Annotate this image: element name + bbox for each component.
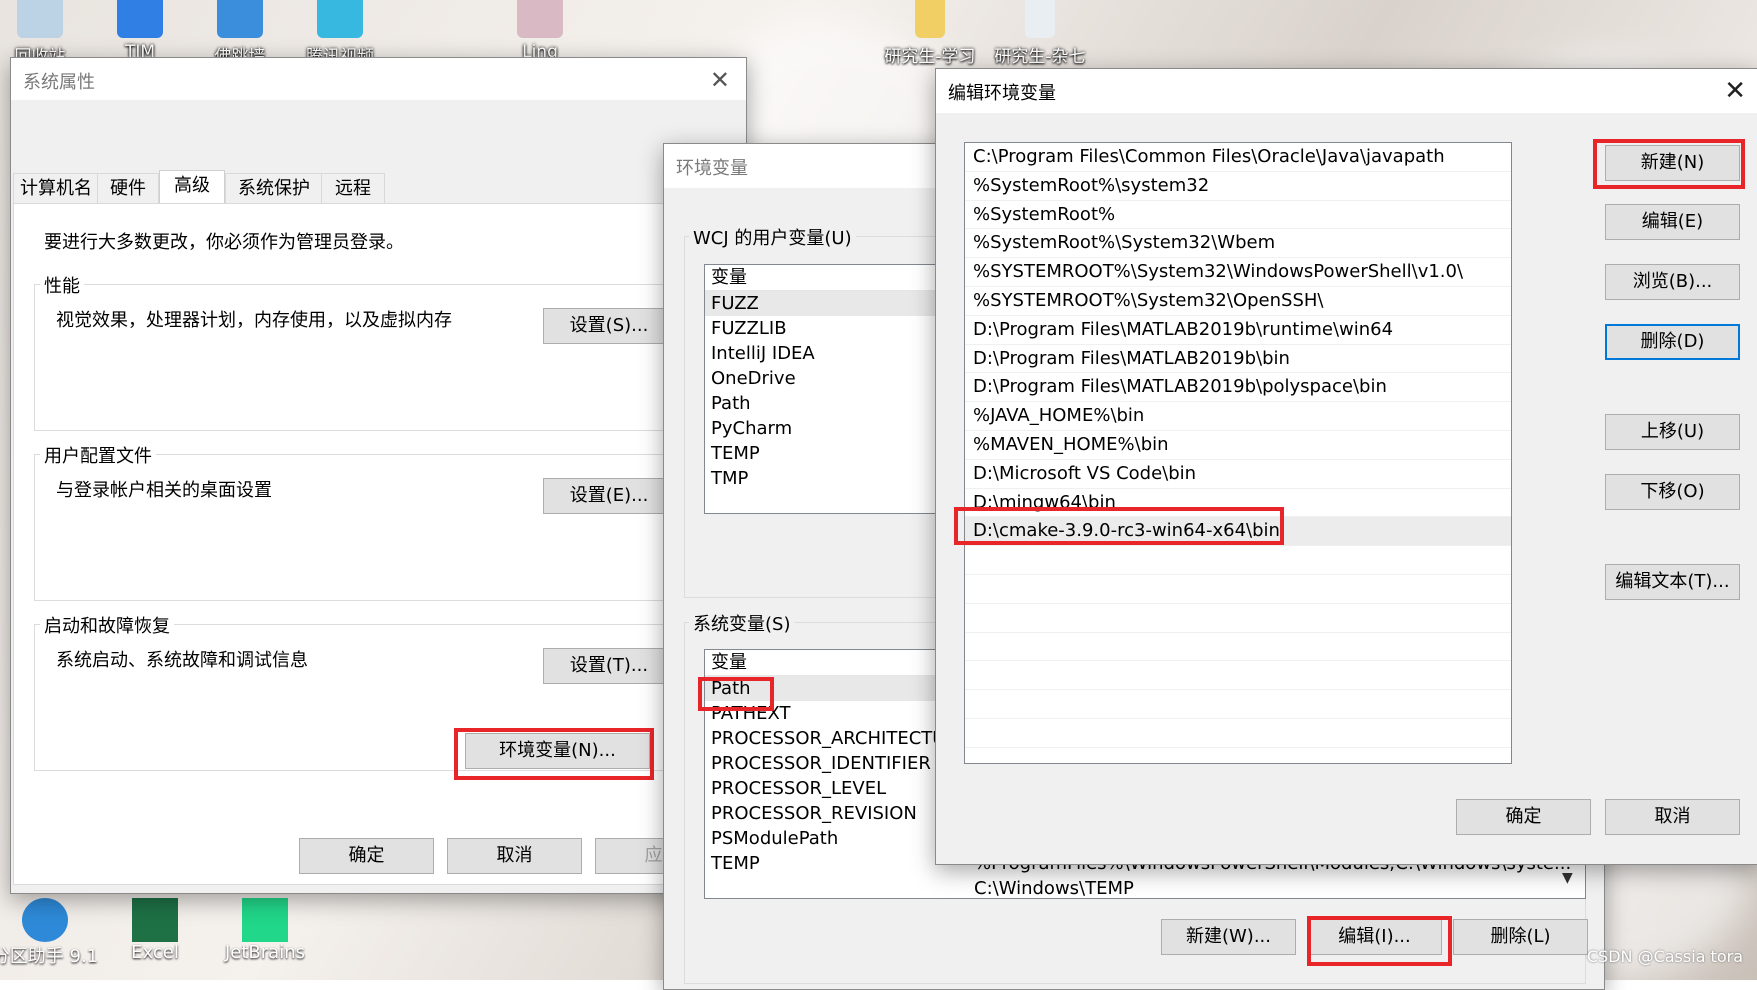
tab-advanced[interactable]: 高级 — [159, 170, 225, 204]
list-item[interactable]: %SYSTEMROOT%\System32\WindowsPowerShell\… — [965, 258, 1511, 287]
picture-icon — [517, 0, 563, 38]
temp-value: C:\Windows\TEMP — [974, 878, 1134, 899]
cancel-button[interactable]: 取消 — [1605, 799, 1740, 835]
tencent-video-icon — [317, 0, 363, 38]
tim-icon — [117, 0, 163, 38]
list-item[interactable]: %SystemRoot% — [965, 201, 1511, 230]
desktop-icon-excel[interactable]: Excel — [100, 898, 210, 963]
list-item[interactable]: %MAVEN_HOME%\bin — [965, 431, 1511, 460]
list-item[interactable]: D:\Program Files\MATLAB2019b\polyspace\b… — [965, 373, 1511, 403]
new-path-button[interactable]: 新建(N) — [1605, 145, 1740, 181]
user-profile-label: 用户配置文件 — [40, 442, 156, 468]
edit-environment-variable-window: 编辑环境变量 ✕ C:\Program Files\Common Files\O… — [935, 68, 1757, 865]
new-system-variable-button[interactable]: 新建(W)... — [1161, 919, 1296, 955]
user-variables-label: WCJ 的用户变量(U) — [689, 224, 856, 250]
close-icon[interactable]: ✕ — [710, 66, 730, 94]
performance-settings-button[interactable]: 设置(S)... — [543, 308, 675, 344]
environment-variables-button[interactable]: 环境变量(N)... — [465, 733, 650, 769]
browse-button[interactable]: 浏览(B)... — [1605, 264, 1740, 300]
list-item-empty[interactable] — [965, 633, 1511, 662]
startup-recovery-desc: 系统启动、系统故障和调试信息 — [56, 650, 308, 671]
desktop-icon-tim[interactable]: TIM — [90, 0, 190, 62]
list-item-empty[interactable] — [965, 719, 1511, 748]
partition-assistant-icon — [22, 898, 68, 942]
list-item-selected[interactable]: D:\cmake-3.9.0-rc3-win64-x64\bin — [965, 517, 1511, 547]
path-entries-list[interactable]: C:\Program Files\Common Files\Oracle\Jav… — [964, 142, 1512, 764]
recycle-bin-icon — [17, 0, 63, 38]
list-item[interactable]: %SystemRoot%\system32 — [965, 172, 1511, 201]
watermark: CSDN @Cassia tora — [1586, 947, 1743, 966]
startup-settings-button[interactable]: 设置(T)... — [543, 648, 675, 684]
folder-icon — [915, 0, 945, 38]
tab-hardware[interactable]: 硬件 — [97, 173, 159, 204]
list-item-empty[interactable] — [965, 690, 1511, 719]
list-item-empty[interactable] — [965, 604, 1511, 633]
cancel-button[interactable]: 取消 — [447, 838, 582, 874]
desktop-icon-partition-assistant[interactable]: 分区助手 9.1 — [0, 898, 100, 968]
excel-icon — [132, 898, 178, 942]
list-item[interactable]: C:\Program Files\Common Files\Oracle\Jav… — [965, 143, 1511, 172]
move-down-button[interactable]: 下移(O) — [1605, 474, 1740, 510]
admin-note: 要进行大多数更改，你必须作为管理员登录。 — [44, 232, 404, 253]
list-item[interactable]: %SystemRoot%\System32\Wbem — [965, 229, 1511, 259]
window-title: 系统属性 — [23, 72, 95, 93]
scroll-down-arrow-icon[interactable]: ▼ — [1562, 870, 1573, 886]
delete-path-button[interactable]: 删除(D) — [1605, 324, 1740, 360]
desktop-icon-misc-folder[interactable]: 研究生-杂七 — [990, 0, 1090, 67]
window-title: 编辑环境变量 — [948, 83, 1056, 104]
tab-remote[interactable]: 远程 — [321, 173, 385, 204]
performance-desc: 视觉效果，处理器计划，内存使用，以及虚拟内存 — [56, 310, 452, 331]
ok-button[interactable]: 确定 — [299, 838, 434, 874]
list-item-empty[interactable] — [965, 546, 1511, 575]
list-item[interactable]: %SYSTEMROOT%\System32\OpenSSH\ — [965, 287, 1511, 316]
ok-button[interactable]: 确定 — [1456, 799, 1591, 835]
folder-icon — [1025, 0, 1055, 38]
advanced-tab-panel: 要进行大多数更改，你必须作为管理员登录。 性能 视觉效果，处理器计划，内存使用，… — [13, 203, 744, 885]
edit-path-button[interactable]: 编辑(E) — [1605, 204, 1740, 240]
tab-system-protection[interactable]: 系统保护 — [225, 173, 323, 204]
system-properties-window: 系统属性 ✕ 计算机名 硬件 高级 系统保护 远程 要进行大多数更改，你必须作为… — [10, 57, 747, 894]
desktop-icon-study-folder[interactable]: 研究生-学习 — [880, 0, 980, 67]
list-item-empty[interactable] — [965, 661, 1511, 691]
list-item[interactable]: %JAVA_HOME%\bin — [965, 402, 1511, 431]
desktop-icon-ling[interactable]: Ling — [490, 0, 590, 62]
window-title: 环境变量 — [676, 158, 748, 179]
system-variables-label: 系统变量(S) — [689, 610, 795, 636]
move-up-button[interactable]: 上移(U) — [1605, 414, 1740, 450]
profile-settings-button[interactable]: 设置(E)... — [543, 478, 675, 514]
edit-text-button[interactable]: 编辑文本(T)... — [1605, 564, 1740, 600]
list-item[interactable]: D:\Program Files\MATLAB2019b\bin — [965, 345, 1511, 374]
tab-computer-name[interactable]: 计算机名 — [13, 173, 99, 204]
list-item[interactable]: D:\Program Files\MATLAB2019b\runtime\win… — [965, 316, 1511, 345]
shield-icon — [217, 0, 263, 38]
edit-system-variable-button[interactable]: 编辑(I)... — [1307, 919, 1442, 955]
close-icon[interactable]: ✕ — [1724, 76, 1746, 106]
desktop-icon-jetbrains[interactable]: JetBrains — [210, 898, 320, 963]
list-item[interactable]: D:\mingw64\bin — [965, 489, 1511, 518]
performance-label: 性能 — [40, 272, 84, 298]
startup-recovery-label: 启动和故障恢复 — [40, 612, 174, 638]
user-profile-desc: 与登录帐户相关的桌面设置 — [56, 480, 272, 501]
list-item-empty[interactable] — [965, 575, 1511, 604]
pycharm-icon — [242, 898, 288, 942]
delete-system-variable-button[interactable]: 删除(L) — [1453, 919, 1588, 955]
list-item[interactable]: D:\Microsoft VS Code\bin — [965, 460, 1511, 489]
